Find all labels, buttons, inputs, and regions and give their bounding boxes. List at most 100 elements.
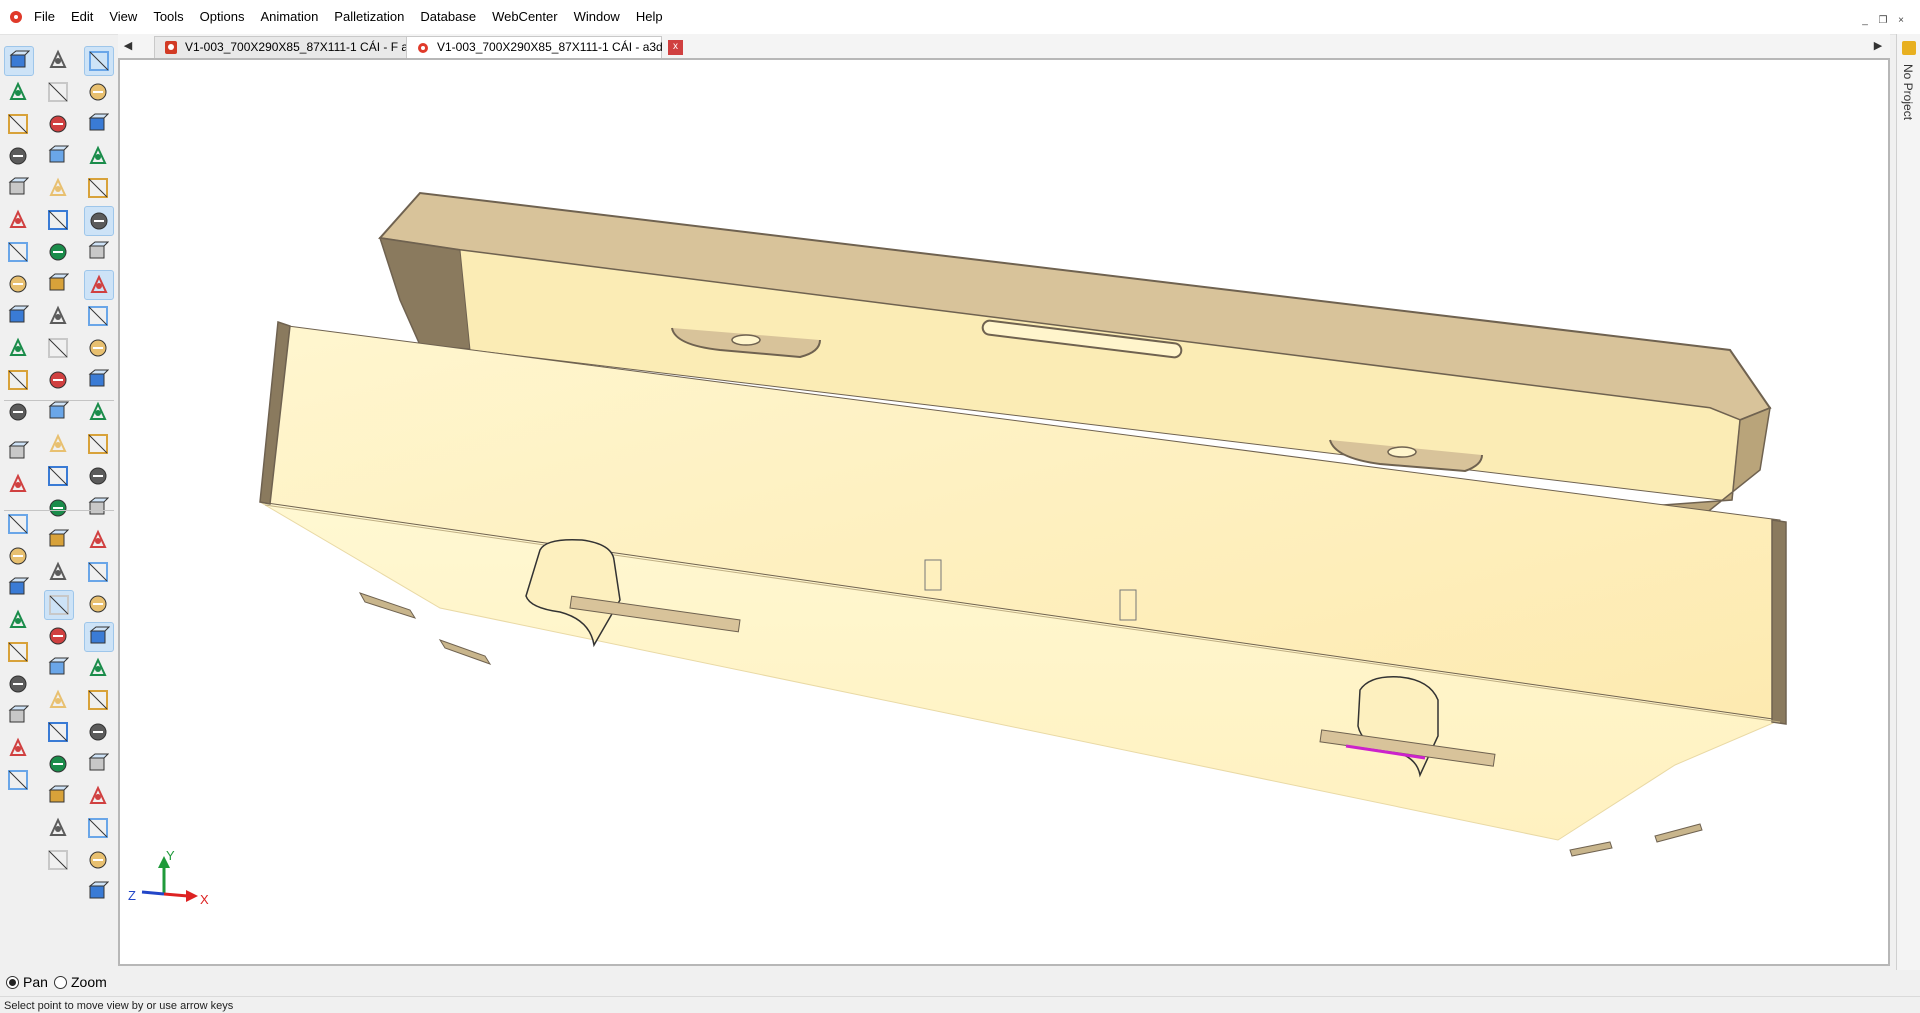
shaded-icon[interactable] — [84, 398, 112, 426]
clip-delete-icon[interactable] — [84, 814, 112, 842]
menu-options[interactable]: Options — [192, 0, 253, 34]
menu-animation[interactable]: Animation — [252, 0, 326, 34]
box-icon[interactable] — [4, 334, 32, 362]
clip-move-icon[interactable] — [84, 750, 112, 778]
adjust-icon[interactable] — [4, 302, 32, 330]
tab-document-a3d[interactable]: V1-003_700X290X85_87X111-1 CÁI - a3d x — [406, 36, 683, 58]
menu-database[interactable]: Database — [412, 0, 484, 34]
panel-icon[interactable] — [4, 238, 32, 266]
tab-scroll-right-icon[interactable]: ▶ — [1872, 38, 1884, 54]
move-icon[interactable] — [4, 366, 32, 394]
wire-box-icon[interactable] — [44, 46, 72, 74]
zoom-extents-icon[interactable] — [44, 526, 72, 554]
clip-edit-icon[interactable] — [84, 782, 112, 810]
resize-icon[interactable] — [4, 270, 32, 298]
pencil-icon[interactable] — [84, 462, 112, 490]
layers-icon[interactable] — [44, 398, 72, 426]
project-panel[interactable]: No Project — [1896, 34, 1920, 970]
restore-icon[interactable]: ❐ — [1876, 14, 1890, 28]
view-iso-icon[interactable] — [44, 782, 72, 810]
clip-plus-icon[interactable] — [84, 718, 112, 746]
cross-icon[interactable] — [84, 558, 112, 586]
orbit-icon[interactable] — [44, 718, 72, 746]
box-outline-icon[interactable] — [84, 174, 112, 202]
zoom-radio[interactable] — [54, 975, 67, 989]
diamond-icon[interactable] — [84, 494, 112, 522]
assembly-icon[interactable] — [44, 238, 72, 266]
sequence-icon[interactable] — [4, 702, 32, 730]
wire-box-2-icon[interactable] — [44, 78, 72, 106]
axis-icon[interactable] — [84, 622, 114, 652]
wire-box-3-icon[interactable] — [44, 110, 72, 138]
insert-icon[interactable] — [44, 302, 72, 330]
sequence-2-icon[interactable] — [4, 734, 32, 762]
menu-tools[interactable]: Tools — [145, 0, 191, 34]
menu-file[interactable]: File — [26, 0, 63, 34]
select-face-icon[interactable] — [4, 78, 32, 106]
zoom-option[interactable]: Zoom — [54, 974, 107, 990]
group-2-icon[interactable] — [44, 366, 72, 394]
camera-2-icon[interactable] — [44, 654, 72, 682]
red-sphere-icon[interactable] — [84, 366, 112, 394]
config-icon[interactable] — [44, 270, 72, 298]
solid-box-icon[interactable] — [84, 46, 114, 76]
diamond-faded-icon[interactable] — [84, 526, 112, 554]
clip-icon[interactable] — [84, 686, 112, 714]
tab-scroll-left-icon[interactable]: ◀ — [122, 38, 134, 54]
frame-stop-icon[interactable] — [4, 670, 32, 698]
minimize-icon[interactable]: _ — [1858, 14, 1872, 28]
pick-icon[interactable] — [4, 142, 32, 170]
dimension-icon[interactable] — [4, 438, 32, 466]
camera-icon[interactable] — [44, 622, 72, 650]
frame-play-icon[interactable] — [4, 638, 32, 666]
fold-panel-icon[interactable] — [84, 238, 112, 266]
group-icon[interactable] — [44, 334, 72, 362]
eye-icon[interactable] — [44, 846, 72, 874]
print-icon[interactable] — [44, 174, 72, 202]
box-front-icon[interactable] — [84, 78, 112, 106]
tab-document-ard[interactable]: V1-003_700X290X85_87X111-1 CÁI - F ard — [154, 36, 424, 58]
tool-icon[interactable] — [4, 110, 32, 138]
material-icon[interactable] — [84, 430, 112, 458]
box-right-icon[interactable] — [84, 110, 112, 138]
red-box-icon[interactable] — [44, 206, 72, 234]
red-wire-icon[interactable] — [84, 334, 112, 362]
menu-webcenter[interactable]: WebCenter — [484, 0, 566, 34]
measure-icon[interactable] — [4, 470, 32, 498]
light-icon[interactable] — [44, 814, 72, 842]
select-icon[interactable] — [4, 46, 34, 76]
grid-icon[interactable] — [4, 398, 32, 426]
cross-2-icon[interactable] — [84, 590, 112, 618]
pallet-icon[interactable] — [84, 846, 112, 874]
view-front-icon[interactable] — [44, 750, 72, 778]
frame-add-icon[interactable] — [4, 542, 32, 570]
hand-pan-icon[interactable] — [44, 590, 74, 620]
menu-edit[interactable]: Edit — [63, 0, 101, 34]
rotate-frame-2-icon[interactable] — [4, 606, 32, 634]
board-icon[interactable] — [44, 142, 72, 170]
pan-radio[interactable] — [6, 975, 19, 989]
texture-icon[interactable] — [84, 270, 114, 300]
close-window-icon[interactable]: × — [1894, 14, 1908, 28]
3d-viewport[interactable]: Y X Z — [118, 58, 1890, 966]
camera-3-icon[interactable] — [44, 686, 72, 714]
line-icon[interactable] — [4, 174, 32, 202]
box-open-icon[interactable] — [84, 206, 114, 236]
rotate-frame-icon[interactable] — [4, 574, 32, 602]
zoom-window-icon[interactable] — [44, 462, 72, 490]
plane-icon[interactable] — [84, 654, 112, 682]
pan-option[interactable]: Pan — [6, 974, 48, 990]
zoom-out-icon[interactable] — [44, 494, 72, 522]
menu-help[interactable]: Help — [628, 0, 671, 34]
zoom-in-icon[interactable] — [44, 430, 72, 458]
box-shaded-icon[interactable] — [84, 302, 112, 330]
fold-icon[interactable] — [4, 206, 32, 234]
zoom-all-icon[interactable] — [44, 558, 72, 586]
pallet-load-icon[interactable] — [84, 878, 112, 906]
box-top-icon[interactable] — [84, 142, 112, 170]
menu-view[interactable]: View — [101, 0, 145, 34]
menu-palletization[interactable]: Palletization — [326, 0, 412, 34]
ruler-icon[interactable] — [4, 766, 32, 794]
arrow-icon[interactable] — [4, 510, 32, 538]
close-tab-icon[interactable]: x — [668, 40, 683, 55]
